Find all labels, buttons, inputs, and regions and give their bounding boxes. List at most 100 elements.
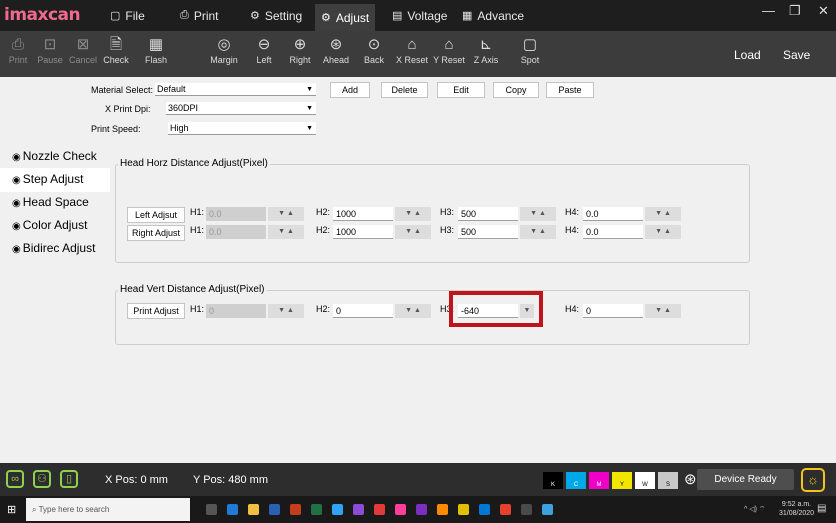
flash-button[interactable]: ▦ Flash xyxy=(138,35,174,65)
menu-print[interactable]: ⎙ Print xyxy=(174,0,225,31)
x-reset-button[interactable]: ⌂ X Reset xyxy=(394,35,430,65)
file-explorer-icon[interactable] xyxy=(248,504,259,515)
task-view-icon[interactable] xyxy=(206,504,217,515)
sidebar-item-color-adjust[interactable]: ◉ Color Adjust xyxy=(0,214,110,238)
vert-h2-stepper[interactable]: ▼ ▲ xyxy=(395,304,431,318)
menu-file[interactable]: ▢ File xyxy=(104,0,151,31)
horz-left-h3-input[interactable]: 500 xyxy=(458,207,518,221)
premiere-icon[interactable] xyxy=(353,504,364,515)
check-button[interactable]: 🗎 Check xyxy=(98,35,134,65)
print-button[interactable]: ⎙ Print xyxy=(0,35,36,65)
horz-right-h1-stepper[interactable]: ▼ ▲ xyxy=(268,225,304,239)
menu-adjust[interactable]: ⚙ Adjust xyxy=(315,4,376,31)
illustrator-icon[interactable] xyxy=(437,504,448,515)
acrobat-icon[interactable] xyxy=(374,504,385,515)
minimize-icon[interactable]: — xyxy=(762,3,775,18)
back-button[interactable]: ⊙ Back xyxy=(356,35,392,65)
vert-h1-input[interactable]: 0 xyxy=(206,304,266,318)
horz-right-h1-input[interactable]: 0.0 xyxy=(206,225,266,239)
excel-icon[interactable] xyxy=(311,504,322,515)
horz-left-h2-stepper[interactable]: ▼ ▲ xyxy=(395,207,431,221)
sidebar-item-step-adjust[interactable]: ◉ Step Adjust xyxy=(0,168,110,192)
vert-h4-stepper[interactable]: ▼ ▲ xyxy=(645,304,681,318)
sidebar-item-bidirec-adjust[interactable]: ◉ Bidirec Adjust xyxy=(0,237,110,261)
print-adjust-button[interactable]: Print Adjust xyxy=(127,303,185,319)
sidebar-item-head-space[interactable]: ◉ Head Space xyxy=(0,191,110,215)
app-icon[interactable] xyxy=(458,504,469,515)
home-icon: ⌂ xyxy=(407,36,417,53)
vert-h1-stepper[interactable]: ▼ ▲ xyxy=(268,304,304,318)
cancel-button[interactable]: ⊠ Cancel xyxy=(65,35,101,65)
chrome-icon[interactable] xyxy=(500,504,511,515)
horz-left-h1-input[interactable]: 0.0 xyxy=(206,207,266,221)
horz-right-h4-stepper[interactable]: ▼ ▲ xyxy=(645,225,681,239)
add-button[interactable]: Add xyxy=(330,82,370,98)
right-adjust-button[interactable]: Right Adjust xyxy=(127,225,185,241)
link-icon[interactable]: ∞ xyxy=(6,470,24,488)
material-select[interactable]: Default ▼ xyxy=(155,83,316,96)
ink-s-label: S xyxy=(665,482,670,488)
radio-icon: ◉ xyxy=(12,152,21,163)
word-icon[interactable] xyxy=(269,504,280,515)
horz-right-h3-input[interactable]: 500 xyxy=(458,225,518,239)
vert-h2-input[interactable]: 0 xyxy=(333,304,393,318)
home-icon: ⌂ xyxy=(444,36,454,53)
right-button[interactable]: ⊕ Right xyxy=(282,35,318,65)
dpi-select[interactable]: 360DPI ▼ xyxy=(166,102,316,115)
paste-button[interactable]: Paste xyxy=(546,82,594,98)
ink-bottle-icon[interactable]: ▯ xyxy=(60,470,78,488)
ahead-button[interactable]: ⊛ Ahead xyxy=(318,35,354,65)
delete-button[interactable]: Delete xyxy=(381,82,428,98)
media-encoder-icon[interactable] xyxy=(416,504,427,515)
save-button[interactable]: Save xyxy=(783,48,810,62)
h4-label: H4: xyxy=(565,225,580,235)
spot-button[interactable]: ▢ Spot xyxy=(512,35,548,65)
h2-label: H2: xyxy=(316,304,331,314)
left-adjust-button[interactable]: Left Adjsut xyxy=(127,207,185,223)
restore-icon[interactable]: ❐ xyxy=(789,3,801,19)
edge-icon[interactable] xyxy=(227,504,238,515)
edit-button[interactable]: Edit xyxy=(437,82,485,98)
copy-button[interactable]: Copy xyxy=(493,82,539,98)
margin-button[interactable]: ◎ Margin xyxy=(206,35,242,65)
horz-left-h2-input[interactable]: 1000 xyxy=(333,207,393,221)
photoshop-icon[interactable] xyxy=(332,504,343,515)
close-icon[interactable]: ✕ xyxy=(818,3,829,19)
ink-supply-icon[interactable]: ⊛ xyxy=(684,470,697,488)
lightbulb-icon[interactable]: ☼ xyxy=(801,468,825,492)
load-button[interactable]: Load xyxy=(734,48,761,62)
mail-icon[interactable] xyxy=(479,504,490,515)
horz-right-h2-input[interactable]: 1000 xyxy=(333,225,393,239)
horz-right-h2-stepper[interactable]: ▼ ▲ xyxy=(395,225,431,239)
sidebar-item-nozzle-check[interactable]: ◉ Nozzle Check xyxy=(0,145,110,169)
y-reset-button[interactable]: ⌂ Y Reset xyxy=(431,35,467,65)
printer-head-icon[interactable]: ⚇ xyxy=(33,470,51,488)
menu-setting[interactable]: ⚙ Setting xyxy=(244,0,308,31)
h1-label: H1: xyxy=(190,304,205,314)
indesign-icon[interactable] xyxy=(395,504,406,515)
windows-start-icon[interactable]: ⊞ xyxy=(7,503,16,516)
horz-right-h4-input[interactable]: 0.0 xyxy=(583,225,643,239)
left-button[interactable]: ⊖ Left xyxy=(246,35,282,65)
z-axis-button[interactable]: ⊾ Z Axis xyxy=(468,35,504,65)
app-icon[interactable] xyxy=(542,504,553,515)
horz-right-h3-stepper[interactable]: ▼ ▲ xyxy=(520,225,556,239)
dpi-label: X Print Dpi: xyxy=(105,104,151,114)
speed-select[interactable]: High ▼ xyxy=(168,122,316,135)
horz-left-h3-stepper[interactable]: ▼ ▲ xyxy=(520,207,556,221)
clock[interactable]: 9:52 a.m. 31/08/2020 xyxy=(779,500,814,518)
settings-icon[interactable] xyxy=(521,504,532,515)
taskbar-search[interactable]: ⌕ Type here to search xyxy=(26,498,190,521)
horz-left-h4-stepper[interactable]: ▼ ▲ xyxy=(645,207,681,221)
menu-voltage[interactable]: ▤ Voltage xyxy=(386,0,453,31)
notification-icon[interactable]: ▤ xyxy=(817,503,826,514)
arrow-right-icon: ⊕ xyxy=(293,36,307,53)
horz-left-h4-input[interactable]: 0.0 xyxy=(583,207,643,221)
system-tray-icon[interactable]: ^ ◁) ⌔ xyxy=(744,505,765,514)
horz-left-h1-stepper[interactable]: ▼ ▲ xyxy=(268,207,304,221)
powerpoint-icon[interactable] xyxy=(290,504,301,515)
pause-button[interactable]: ⊡ Pause xyxy=(32,35,68,65)
menu-advance[interactable]: ▦ Advance xyxy=(456,0,530,31)
head-vert-title: Head Vert Distance Adjust(Pixel) xyxy=(118,284,267,295)
vert-h4-input[interactable]: 0 xyxy=(583,304,643,318)
